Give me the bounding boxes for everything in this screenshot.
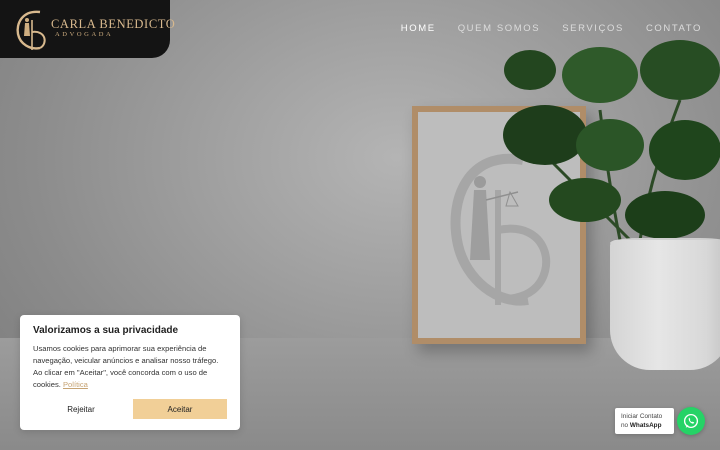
whatsapp-line1: Iniciar Contato (621, 413, 663, 420)
cookie-actions: Rejeitar Aceitar (34, 399, 227, 419)
brand-subtitle: ADVOGADA (55, 31, 114, 38)
cb-monogram-logo-icon (16, 10, 46, 50)
main-nav: HOME QUEM SOMOS SERVIÇOS CONTATO (401, 23, 702, 34)
brand-name: CARLA BENEDICTO (51, 17, 176, 31)
policy-link[interactable]: Política (63, 380, 88, 389)
site-logo[interactable]: CARLA BENEDICTO ADVOGADA (0, 0, 175, 58)
whatsapp-brand: WhatsApp (629, 422, 662, 429)
cookie-consent-banner: Valorizamos a sua privacidade Usamos coo… (20, 315, 240, 430)
nav-item-home[interactable]: HOME (401, 23, 436, 34)
cookie-text: Usamos cookies para aprimorar sua experi… (33, 343, 227, 391)
cookie-message: Usamos cookies para aprimorar sua experi… (33, 344, 219, 389)
whatsapp-button[interactable] (677, 407, 705, 435)
nav-item-servicos[interactable]: SERVIÇOS (562, 23, 624, 34)
accept-cookies-button[interactable]: Aceitar (133, 399, 227, 419)
whatsapp-icon (683, 413, 699, 429)
whatsapp-line2-prefix: no (621, 422, 629, 429)
plant-pot (610, 240, 720, 370)
whatsapp-tooltip[interactable]: Iniciar Contato no WhatsApp (615, 408, 674, 434)
whatsapp-line2: no WhatsApp (621, 421, 668, 430)
reject-cookies-button[interactable]: Rejeitar (34, 399, 128, 419)
nav-item-quem-somos[interactable]: QUEM SOMOS (458, 23, 541, 34)
monstera-plant (503, 40, 720, 242)
nav-item-contato[interactable]: CONTATO (646, 23, 702, 34)
cookie-title: Valorizamos a sua privacidade (33, 325, 179, 336)
